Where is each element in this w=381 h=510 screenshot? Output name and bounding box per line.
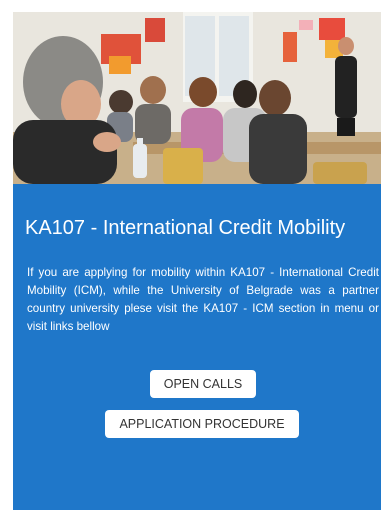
application-procedure-button[interactable]: APPLICATION PROCEDURE — [105, 410, 299, 438]
open-calls-button[interactable]: OPEN CALLS — [150, 370, 256, 398]
section-title: KA107 - International Credit Mobility — [25, 217, 346, 239]
classroom-photo — [13, 12, 381, 184]
content-area: KA107 - International Credit Mobility If… — [13, 184, 381, 510]
ka107-card: KA107 - International Credit Mobility If… — [13, 12, 381, 510]
section-description: If you are applying for mobility within … — [27, 266, 379, 333]
